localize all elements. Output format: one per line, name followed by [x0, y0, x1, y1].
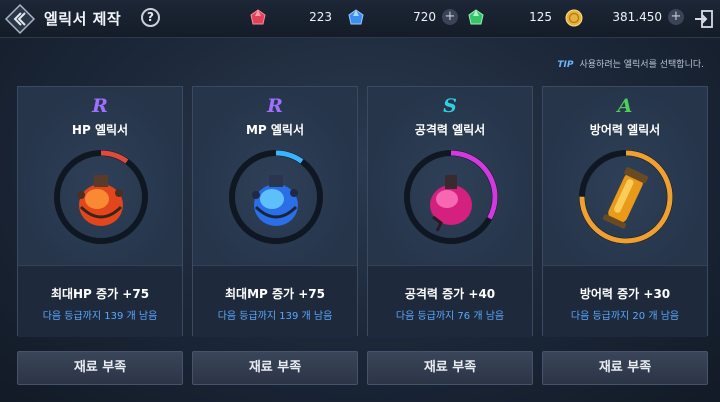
- craft-button-defense[interactable]: 재료 부족: [542, 351, 708, 385]
- elixir-name: HP 엘릭서: [71, 123, 129, 137]
- remaining-count: 다음 등급까지 139 개 남음: [42, 311, 158, 322]
- remaining-count: 다음 등급까지 20 개 남음: [570, 311, 680, 322]
- gold-coin-icon: [565, 9, 583, 27]
- blue-gem-icon: [348, 9, 364, 25]
- craft-button-mp[interactable]: 재료 부족: [192, 351, 358, 385]
- green-gem-icon: [468, 9, 484, 25]
- exit-icon: [695, 10, 713, 28]
- stat-bonus: 최대HP 증가 +75: [50, 287, 150, 301]
- grade-label: R: [267, 95, 283, 117]
- back-icon: [4, 3, 36, 35]
- hp-potion-icon: [77, 175, 123, 226]
- add-blue-gem-button[interactable]: +: [442, 9, 458, 25]
- progress-ring: [404, 150, 498, 244]
- remaining-count: 다음 등급까지 139 개 남음: [217, 311, 333, 322]
- blue-gem-count: 720: [413, 10, 436, 24]
- exit-button[interactable]: [693, 8, 715, 30]
- craft-button-attack[interactable]: 재료 부족: [367, 351, 533, 385]
- tip-label: TIP: [557, 60, 574, 70]
- elixir-card-hp[interactable]: R HP 엘릭서 최대HP 증가 +75 다음 등급까지 139 개 남음: [17, 86, 183, 337]
- page-title: 엘릭서 제작: [44, 10, 122, 28]
- defense-potion-icon: [603, 167, 649, 229]
- grade-label: R: [92, 95, 108, 117]
- elixir-name: 공격력 엘릭서: [414, 123, 486, 137]
- add-gold-button[interactable]: +: [668, 9, 684, 25]
- grade-label: A: [617, 95, 633, 117]
- elixir-card-mp[interactable]: R MP 엘릭서 최대MP 증가 +75 다음 등급까지 139 개 남음: [192, 86, 358, 337]
- craft-button-hp[interactable]: 재료 부족: [17, 351, 183, 385]
- stat-bonus: 공격력 증가 +40: [404, 287, 496, 301]
- progress-ring: [579, 150, 673, 244]
- elixir-card-attack[interactable]: S 공격력 엘릭서 공격력 증가 +40 다음 등급까지 76 개 남음: [367, 86, 533, 337]
- elixir-card-defense[interactable]: A 방어력 엘릭서 방어력 증가 +30 다음 등급까지 20 개 남음: [542, 86, 708, 337]
- red-gem-count: 223: [309, 10, 332, 24]
- top-bar: 엘릭서 제작 ? 223 720 + 125 381.450 +: [0, 0, 720, 38]
- attack-potion-icon: [430, 175, 472, 232]
- progress-ring: [54, 150, 148, 244]
- stat-bonus: 방어력 증가 +30: [579, 287, 671, 301]
- tip-message: 사용하려는 엘릭서를 선택합니다.: [579, 60, 704, 70]
- progress-ring: [229, 150, 323, 244]
- tip-text: TIP 사용하려는 엘릭서를 선택합니다.: [557, 57, 704, 70]
- green-gem-count: 125: [529, 10, 552, 24]
- mp-potion-icon: [252, 175, 298, 226]
- elixir-name: 방어력 엘릭서: [589, 123, 661, 137]
- grade-label: S: [443, 95, 457, 117]
- stat-bonus: 최대MP 증가 +75: [224, 287, 325, 301]
- back-button[interactable]: [4, 3, 36, 35]
- help-button[interactable]: ?: [141, 8, 160, 27]
- elixir-name: MP 엘릭서: [245, 123, 305, 137]
- remaining-count: 다음 등급까지 76 개 남음: [395, 311, 505, 322]
- red-gem-icon: [250, 9, 266, 25]
- gold-count: 381.450: [612, 10, 662, 24]
